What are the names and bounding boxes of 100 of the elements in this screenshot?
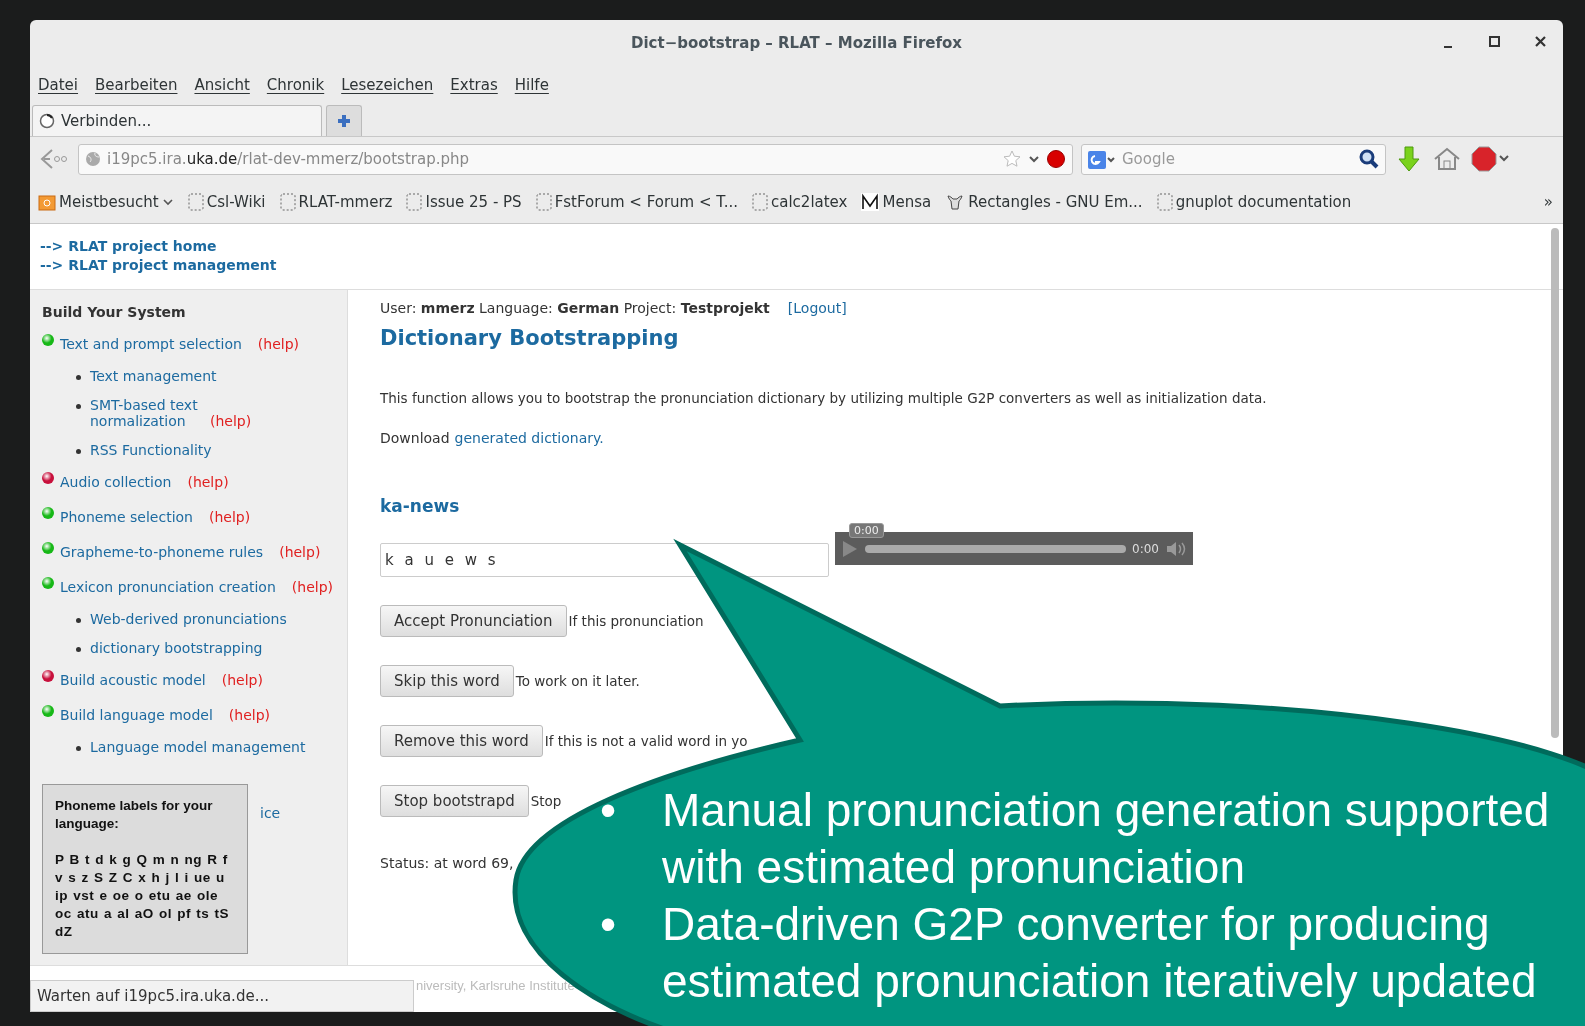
action-button[interactable]: Remove this word (380, 725, 543, 757)
help-link[interactable]: (help) (187, 474, 229, 490)
more-bookmarks-button[interactable]: » (1543, 193, 1553, 211)
bookmark-item[interactable]: Mensa (861, 193, 932, 211)
bookmark-item[interactable]: RLAT-mmerz (279, 193, 393, 211)
sidebar-link[interactable]: Grapheme-to-phoneme rules (60, 544, 264, 560)
minimize-icon (1444, 46, 1452, 48)
letter-m-icon (861, 193, 880, 211)
menu-item[interactable]: Ansicht (194, 76, 250, 94)
page-icon (279, 193, 296, 211)
sidebar-link[interactable]: Language model management (90, 739, 306, 755)
page-icon (1156, 193, 1173, 211)
download-label: Download (380, 430, 450, 446)
sidebar-link[interactable]: SMT-based text normalization (90, 397, 206, 429)
stop-icon[interactable] (1046, 149, 1066, 169)
action-note: Stop (530, 793, 562, 809)
footer-text: niversity, Karlsruhe Institute (416, 978, 575, 993)
sidebar-title: Build Your System (42, 304, 187, 320)
sidebar-link[interactable]: Text management (90, 368, 217, 384)
menu-item[interactable]: Hilfe (514, 76, 549, 94)
time-tooltip: 0:00 (849, 523, 884, 538)
sidebar-link[interactable]: Web-derived pronunciations (90, 611, 287, 627)
plus-icon (336, 113, 352, 129)
bookmark-item[interactable]: FstForum < Forum < T... (535, 193, 738, 211)
help-link[interactable]: (help) (221, 672, 263, 688)
maximize-icon (1488, 35, 1500, 47)
action-button[interactable]: Stop bootstrapd (380, 785, 529, 817)
globe-icon (85, 151, 101, 167)
back-icon[interactable] (38, 146, 70, 172)
word-title: ka-news (380, 496, 461, 516)
action-note: If this pronunciation (568, 613, 704, 629)
sidebar-link[interactable]: ice (260, 805, 281, 821)
bullet-mark: • (600, 897, 618, 952)
page-icon (535, 193, 552, 211)
user-info: User: mmerz Language: German Project: Testprojekt (380, 300, 770, 316)
page-icon (187, 193, 204, 211)
page-heading: Dictionary Bootstrapping (380, 326, 680, 350)
help-link[interactable]: (help) (228, 707, 270, 723)
sidebar-link[interactable]: Phoneme selection (60, 509, 193, 525)
window-title: Dict−bootstrap – RLAT – Mozilla Firefox (631, 34, 962, 52)
help-link[interactable]: (help) (279, 544, 321, 560)
action-note: To work on it later. (515, 673, 640, 689)
bookmark-item[interactable]: gnuplot documentation (1156, 193, 1352, 211)
bullet-text: Manual pronunciation generation supported with estimated pronunciation (662, 783, 1551, 895)
help-link[interactable]: (help) (210, 413, 252, 429)
bookmark-item[interactable]: calc2latex (752, 193, 848, 211)
close-icon (1534, 35, 1546, 47)
sidebar-link[interactable]: Build language model (60, 707, 213, 723)
caret-icon (161, 196, 174, 208)
logout-link[interactable]: [Logout] (787, 300, 847, 316)
address-field[interactable]: i19pc5.ira.uka.de/rlat-dev-mmerz/bootstrap.php (78, 143, 1073, 175)
status-bar: Warten auf i19pc5.ira.uka.de... (30, 980, 414, 1012)
search-engine-icon[interactable] (1087, 149, 1117, 170)
menu-item[interactable]: Extras (450, 76, 498, 94)
star-icon[interactable] (1002, 149, 1022, 169)
play-icon[interactable] (841, 538, 859, 559)
phoneme-list: P B t d k g Q m n ng R f v s z S Z C x h j l i ue u ip vst e oe o etu ae ole oc atu a al aO ol pf ts tS dZ (55, 851, 235, 941)
bullet-text: Data-driven G2P converter for producing estimated pronunciation iteratively updated (662, 897, 1538, 1009)
home-icon[interactable] (1432, 145, 1462, 173)
page-icon (752, 193, 768, 211)
search-field[interactable]: Google (1081, 143, 1386, 175)
description: This function allows you to bootstrap the pronunciation dictionary by utilizing multiple G2P converters as well as initialization data. (380, 390, 1268, 406)
bookmark-item[interactable]: Rectangles - GNU Em... (945, 192, 1143, 212)
menu-item[interactable]: Chronik (266, 76, 325, 94)
gnu-head-icon (945, 192, 966, 212)
action-button[interactable]: Skip this word (380, 665, 514, 697)
panel-title: Phoneme labels for your language: (55, 797, 214, 833)
download-link[interactable]: generated dictionary. (454, 430, 604, 446)
scrollbar-thumb[interactable] (1551, 228, 1559, 738)
pronunciation-field[interactable]: k a u e w s (380, 543, 829, 577)
time-label: 0:00 (1132, 541, 1159, 556)
folder-icon (38, 193, 56, 211)
action-button[interactable]: Accept Pronunciation (380, 605, 567, 637)
menu-item[interactable]: Lesezeichen (341, 76, 434, 94)
action-note: If this is not a valid word in yo (544, 733, 748, 749)
adblock-stop-sign-icon[interactable] (1470, 145, 1512, 173)
help-link[interactable]: (help) (257, 336, 300, 352)
sidebar-link[interactable]: Lexicon pronunciation creation (60, 579, 276, 595)
sidebar-link[interactable]: Audio collection (60, 474, 172, 490)
status-text: Status: at word 69, (380, 855, 515, 871)
sidebar-link[interactable]: dictionary bootstrapping (90, 640, 263, 656)
bookmark-item[interactable]: Csl-Wiki (187, 193, 266, 211)
help-link[interactable]: (help) (291, 579, 333, 595)
sidebar-link[interactable]: Build acoustic model (60, 672, 206, 688)
bookmark-item[interactable]: Issue 25 - PS (406, 193, 522, 211)
progress-track[interactable] (865, 544, 1127, 553)
page-icon (406, 193, 423, 211)
sidebar-link[interactable]: Text and prompt selection (60, 336, 242, 352)
menu-item[interactable]: Datei (38, 76, 79, 94)
menu-item[interactable]: Bearbeiten (95, 76, 178, 94)
link[interactable]: --> RLAT project management (40, 256, 1553, 275)
help-link[interactable]: (help) (209, 509, 251, 525)
browser-tab[interactable]: Verbinden... (32, 105, 322, 136)
bullet-mark: • (600, 783, 618, 838)
sidebar-link[interactable]: RSS Functionality (90, 442, 212, 458)
caret-icon[interactable] (1028, 153, 1040, 165)
search-icon[interactable] (1358, 147, 1380, 170)
new-tab-button[interactable] (326, 105, 362, 136)
bookmark-item[interactable]: Meistbesucht (38, 193, 174, 211)
link[interactable]: --> RLAT project home (40, 237, 1553, 256)
